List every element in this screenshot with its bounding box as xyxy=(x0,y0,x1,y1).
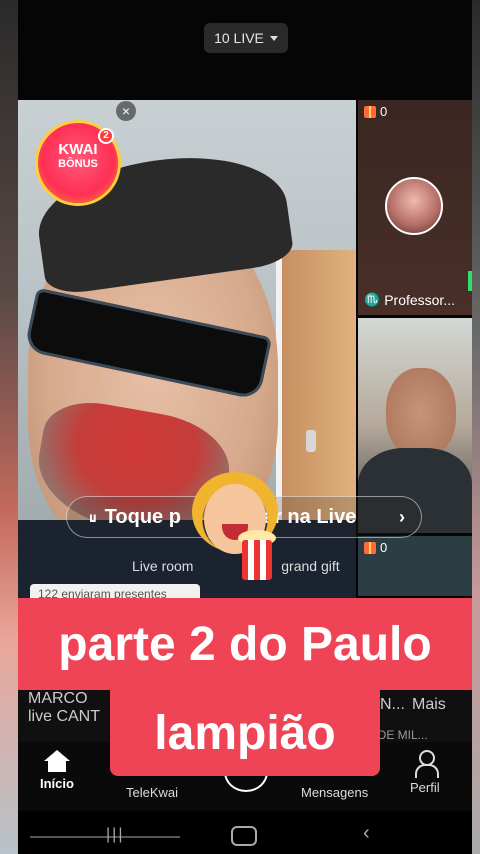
blurred-right-edge xyxy=(472,0,480,854)
live-count-label: 10 LIVE xyxy=(214,30,264,46)
chevron-right-icon: › xyxy=(399,507,405,527)
audio-bars-icon: ı.ı xyxy=(89,509,97,525)
bonus-notification-badge: 2 xyxy=(98,128,114,144)
nav-messages-label: Mensagens xyxy=(301,785,369,800)
gift-icon xyxy=(364,105,376,118)
gift-count-value: 0 xyxy=(380,104,388,119)
card-more-link[interactable]: Mais xyxy=(412,696,446,714)
recents-icon[interactable]: ||| xyxy=(106,826,124,844)
scorpion-icon: ♏ xyxy=(364,292,381,307)
popcorn-icon xyxy=(242,540,272,580)
nav-item-home[interactable]: Início xyxy=(40,750,74,791)
blurred-left-edge xyxy=(0,0,18,854)
nav-home-label: Início xyxy=(40,776,74,791)
system-divider xyxy=(30,836,180,838)
nav-item-messages[interactable]: Mensagens xyxy=(301,781,368,800)
side-live-tile-3[interactable]: 0 xyxy=(358,536,472,596)
home-icon xyxy=(43,750,70,772)
popcorn-girl-sticker xyxy=(186,470,296,588)
gift-counter: 0 xyxy=(364,104,387,119)
live-indicator xyxy=(468,271,472,291)
nav-telekwai-label: TeleKwai xyxy=(126,785,179,800)
gift-icon xyxy=(364,541,376,554)
bonus-line2: BÔNUS xyxy=(58,158,98,170)
host-name-text: Professor... xyxy=(384,292,455,308)
card-left-text: MARCO live CANT xyxy=(28,690,100,726)
host-name: ♏ Professor... xyxy=(364,292,455,308)
close-icon[interactable]: × xyxy=(116,101,136,121)
back-icon[interactable]: ‹ xyxy=(363,822,370,845)
caption-banner-line2: lampião xyxy=(110,690,380,776)
card-left-line2: live CANT xyxy=(28,708,101,725)
side-live-tile-1[interactable]: 0 ♏ Professor... xyxy=(358,100,472,315)
avatar[interactable] xyxy=(385,177,443,235)
gift-count-value: 0 xyxy=(380,540,388,555)
nav-item-profile[interactable]: Perfil xyxy=(410,750,440,795)
nav-profile-label: Perfil xyxy=(410,780,440,795)
profile-icon xyxy=(414,750,439,778)
door-knob xyxy=(306,430,316,452)
caption-line2: lampião xyxy=(154,706,336,760)
tap-label-start: Toque p xyxy=(104,505,181,528)
live-count-dropdown[interactable]: 10 LIVE xyxy=(204,23,288,53)
nav-item-telekwai[interactable]: TeleKwai xyxy=(126,781,178,800)
card-right-word: N... xyxy=(380,696,405,713)
caption-line1: parte 2 do Paulo xyxy=(58,617,432,671)
caption-banner-line1: parte 2 do Paulo xyxy=(18,598,472,690)
live-room-text: Live room xyxy=(132,558,194,574)
guest-face xyxy=(386,368,456,458)
system-nav-bar: ||| ‹ xyxy=(18,812,472,854)
system-home-button[interactable] xyxy=(231,826,257,846)
gift-counter: 0 xyxy=(364,540,387,555)
card-left-line1: MARCO xyxy=(28,690,88,707)
chevron-down-icon xyxy=(269,35,278,41)
